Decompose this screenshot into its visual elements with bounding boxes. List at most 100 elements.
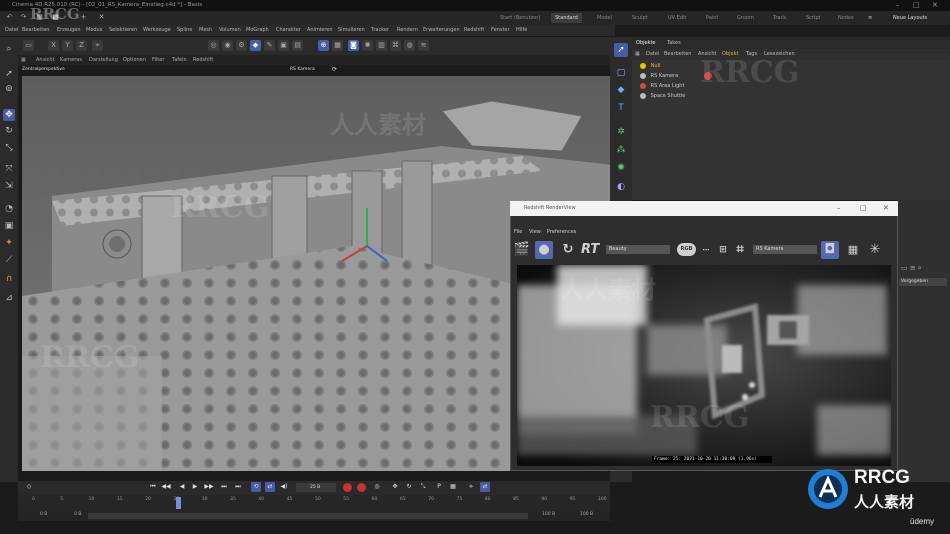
object-row-space-shuttle[interactable]: Space Shuttle [640,91,940,101]
menu-fenster[interactable]: Fenster [491,25,510,36]
tab-standard[interactable]: Standard [551,13,582,23]
object-row-rs-kamera[interactable]: RS Kamera [640,71,940,81]
tab-groom[interactable]: Groom [737,13,754,23]
axis-y-button[interactable]: Y [62,40,73,51]
viewport-menu-darstellung[interactable]: Darstellung [89,55,118,65]
layout-icon[interactable]: ▦ [34,12,45,23]
text-tool-icon[interactable]: T [614,101,628,115]
snap-icon[interactable]: ⊕ [318,40,329,51]
camera-link-icon[interactable]: ⟳ [332,66,337,73]
menu-spline[interactable]: Spline [177,25,192,36]
timeline-toggle-icon[interactable]: ◇ [24,482,34,492]
deformer-object-icon[interactable]: ◐ [614,180,628,194]
key-pla-icon[interactable]: ▦ [448,482,458,492]
tab-script[interactable]: Script [806,13,821,23]
next-key-icon[interactable]: ⏭ [219,482,229,492]
menu-redshift[interactable]: Redshift [464,25,484,36]
camera-tag-icon[interactable] [704,72,712,80]
render-menu-preferences[interactable]: Preferences [547,228,576,237]
keyframe-selection-icon[interactable]: ◎ [372,482,382,492]
paint-icon[interactable]: ✦ [3,237,15,249]
primitive-icon[interactable]: ◆ [614,83,628,97]
camera-select[interactable]: RS Kamera [753,245,817,254]
select-mode-icon[interactable]: ▭ [23,40,34,51]
scene-icon[interactable]: ▥ [376,40,387,51]
menu-selektieren[interactable]: Selektieren [109,25,137,36]
cloner-icon[interactable]: ⁂ [614,143,628,157]
rgb-button[interactable]: RGB [677,243,696,256]
viewport-menu-kameras[interactable]: Kameras [60,55,82,65]
scale-icon[interactable]: ⤡ [3,142,15,154]
snap-keys-icon[interactable]: ⇄ [480,482,490,492]
menu-icon[interactable]: ≡ [868,13,872,23]
brush-icon[interactable]: ◔ [3,203,15,215]
object-row-null[interactable]: Null [640,61,940,71]
axis-z-button[interactable]: Z [76,40,87,51]
axis-x-button[interactable]: X [48,40,59,51]
key-scale-icon[interactable]: ⤡ [418,482,428,492]
next-frame-icon[interactable]: ▶▶ [204,482,214,492]
axis-tool-icon[interactable]: ⤧ [3,163,15,175]
object-row-rs-area-light[interactable]: RS Area Light [640,81,940,91]
viewport-menu-optionen[interactable]: Optionen [123,55,146,65]
current-frame-field[interactable]: 25 B [296,483,336,492]
workplane-tool-icon[interactable]: ⊿ [3,292,15,304]
viewport-menu-redshift[interactable]: Redshift [193,55,213,65]
viewport-menu-tafeln[interactable]: Tafeln [172,55,187,65]
material-icon[interactable]: ◍ [404,40,415,51]
loop-icon[interactable]: ⟲ [251,482,261,492]
render-view-maximize[interactable]: □ [860,201,867,216]
range-slider[interactable] [88,513,528,519]
object-menu-tags[interactable]: Tags [746,49,757,60]
light-icon[interactable]: ✺ [362,40,373,51]
object-menu-lesezeichen[interactable]: Lesezeichen [764,49,795,60]
render-menu-file[interactable]: File [514,228,522,237]
transfer-icon[interactable]: ⇲ [3,180,15,192]
stop-icon[interactable]: ■ [50,12,61,23]
rotate-icon[interactable]: ↻ [3,125,15,137]
motion-path-icon[interactable]: ⟡ [466,482,476,492]
bucket-icon[interactable]: ⊞ [714,241,732,259]
tab-nodes[interactable]: Nodes [838,13,854,23]
menu-simulieren[interactable]: Simulieren [338,25,365,36]
close-button[interactable]: ✕ [932,0,938,11]
menu-mograph[interactable]: MoGraph [246,25,269,36]
sound-icon[interactable]: ◀) [279,482,289,492]
tab-model[interactable]: Model [597,13,612,23]
viewport-menu-filter[interactable]: Filter [152,55,164,65]
hair-icon[interactable]: ≋ [418,40,429,51]
menu-werkzeuge[interactable]: Werkzeuge [143,25,171,36]
menu-charakter[interactable]: Charakter [276,25,301,36]
attribute-mode-dropdown[interactable]: Vorgegeben [899,278,947,286]
live-selection-icon[interactable]: ➚ [3,68,15,80]
magnet-icon[interactable]: ∩ [3,273,15,285]
object-menu-bearbeiten[interactable]: Bearbeiten [664,49,691,60]
close-scene-icon[interactable]: ✕ [96,12,107,23]
options-icon[interactable]: ⋯ [697,241,715,259]
aov-select[interactable]: Beauty [606,245,670,254]
range-min-field[interactable]: 0 B [74,512,81,517]
cube-icon[interactable]: ◆ [250,40,261,51]
key-rotation-icon[interactable]: ↻ [404,482,414,492]
record-icon[interactable] [343,483,352,492]
extrude-icon[interactable]: ▣ [278,40,289,51]
tab-uv-edit[interactable]: UV Edit [668,13,686,23]
render-view-icon[interactable]: ◎ [208,40,219,51]
rt-button[interactable]: RT [581,241,599,259]
tab-takes[interactable]: Takes [667,37,681,49]
range-max-field[interactable]: 100 B [542,512,555,517]
ai-cursor-icon[interactable]: ➚ [614,43,628,57]
menu-modus[interactable]: Modus [86,25,102,36]
menu-bearbeiten[interactable]: Bearbeiten [22,25,49,36]
go-to-end-icon[interactable]: ⏭ [233,482,243,492]
object-menu-objekt[interactable]: Objekt [722,49,738,60]
menu-animieren[interactable]: Animieren [307,25,333,36]
viewport-menu-icon[interactable]: ▦ [21,55,26,65]
viewport-solo-icon[interactable]: ⊚ [3,83,15,95]
range-end-field[interactable]: 100 B [580,512,593,517]
render-menu-view[interactable]: View [529,228,541,237]
crop-icon[interactable]: ⌗ [731,241,749,259]
menu-volumen[interactable]: Volumen [219,25,241,36]
new-layouts-button[interactable]: Neue Layouts [893,13,927,23]
pen-icon[interactable]: ✎ [264,40,275,51]
